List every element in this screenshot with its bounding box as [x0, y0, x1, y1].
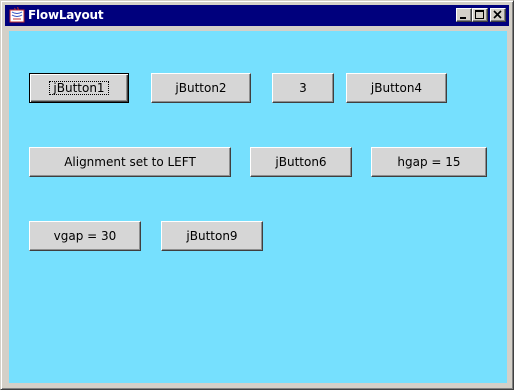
jbutton6-button[interactable]: jButton6: [250, 147, 352, 177]
close-button[interactable]: [490, 8, 506, 22]
jbutton2-button[interactable]: jButton2: [151, 73, 251, 103]
minimize-icon: [460, 17, 466, 19]
title-bar[interactable]: FlowLayout: [5, 5, 509, 26]
content-pane: jButton1 jButton2 3 jButton4 Alignment s…: [9, 31, 507, 383]
vgap-button[interactable]: vgap = 30: [29, 221, 141, 251]
maximize-button[interactable]: [472, 8, 488, 22]
window-title: FlowLayout: [28, 8, 104, 22]
jbutton9-button[interactable]: jButton9: [161, 221, 263, 251]
jbutton1-button[interactable]: jButton1: [29, 73, 129, 103]
java-app-icon: [9, 7, 25, 23]
close-icon: [493, 10, 502, 19]
hgap-button[interactable]: hgap = 15: [371, 147, 487, 177]
button-3[interactable]: 3: [272, 73, 334, 103]
flowlayout-window: FlowLayout jButton1 jButton2 3 jButton4 …: [0, 0, 514, 390]
minimize-button[interactable]: [456, 8, 472, 22]
jbutton4-button[interactable]: jButton4: [346, 73, 447, 103]
maximize-icon: [475, 10, 484, 19]
jbutton1-label: jButton1: [49, 81, 109, 95]
alignment-left-button[interactable]: Alignment set to LEFT: [29, 147, 231, 177]
